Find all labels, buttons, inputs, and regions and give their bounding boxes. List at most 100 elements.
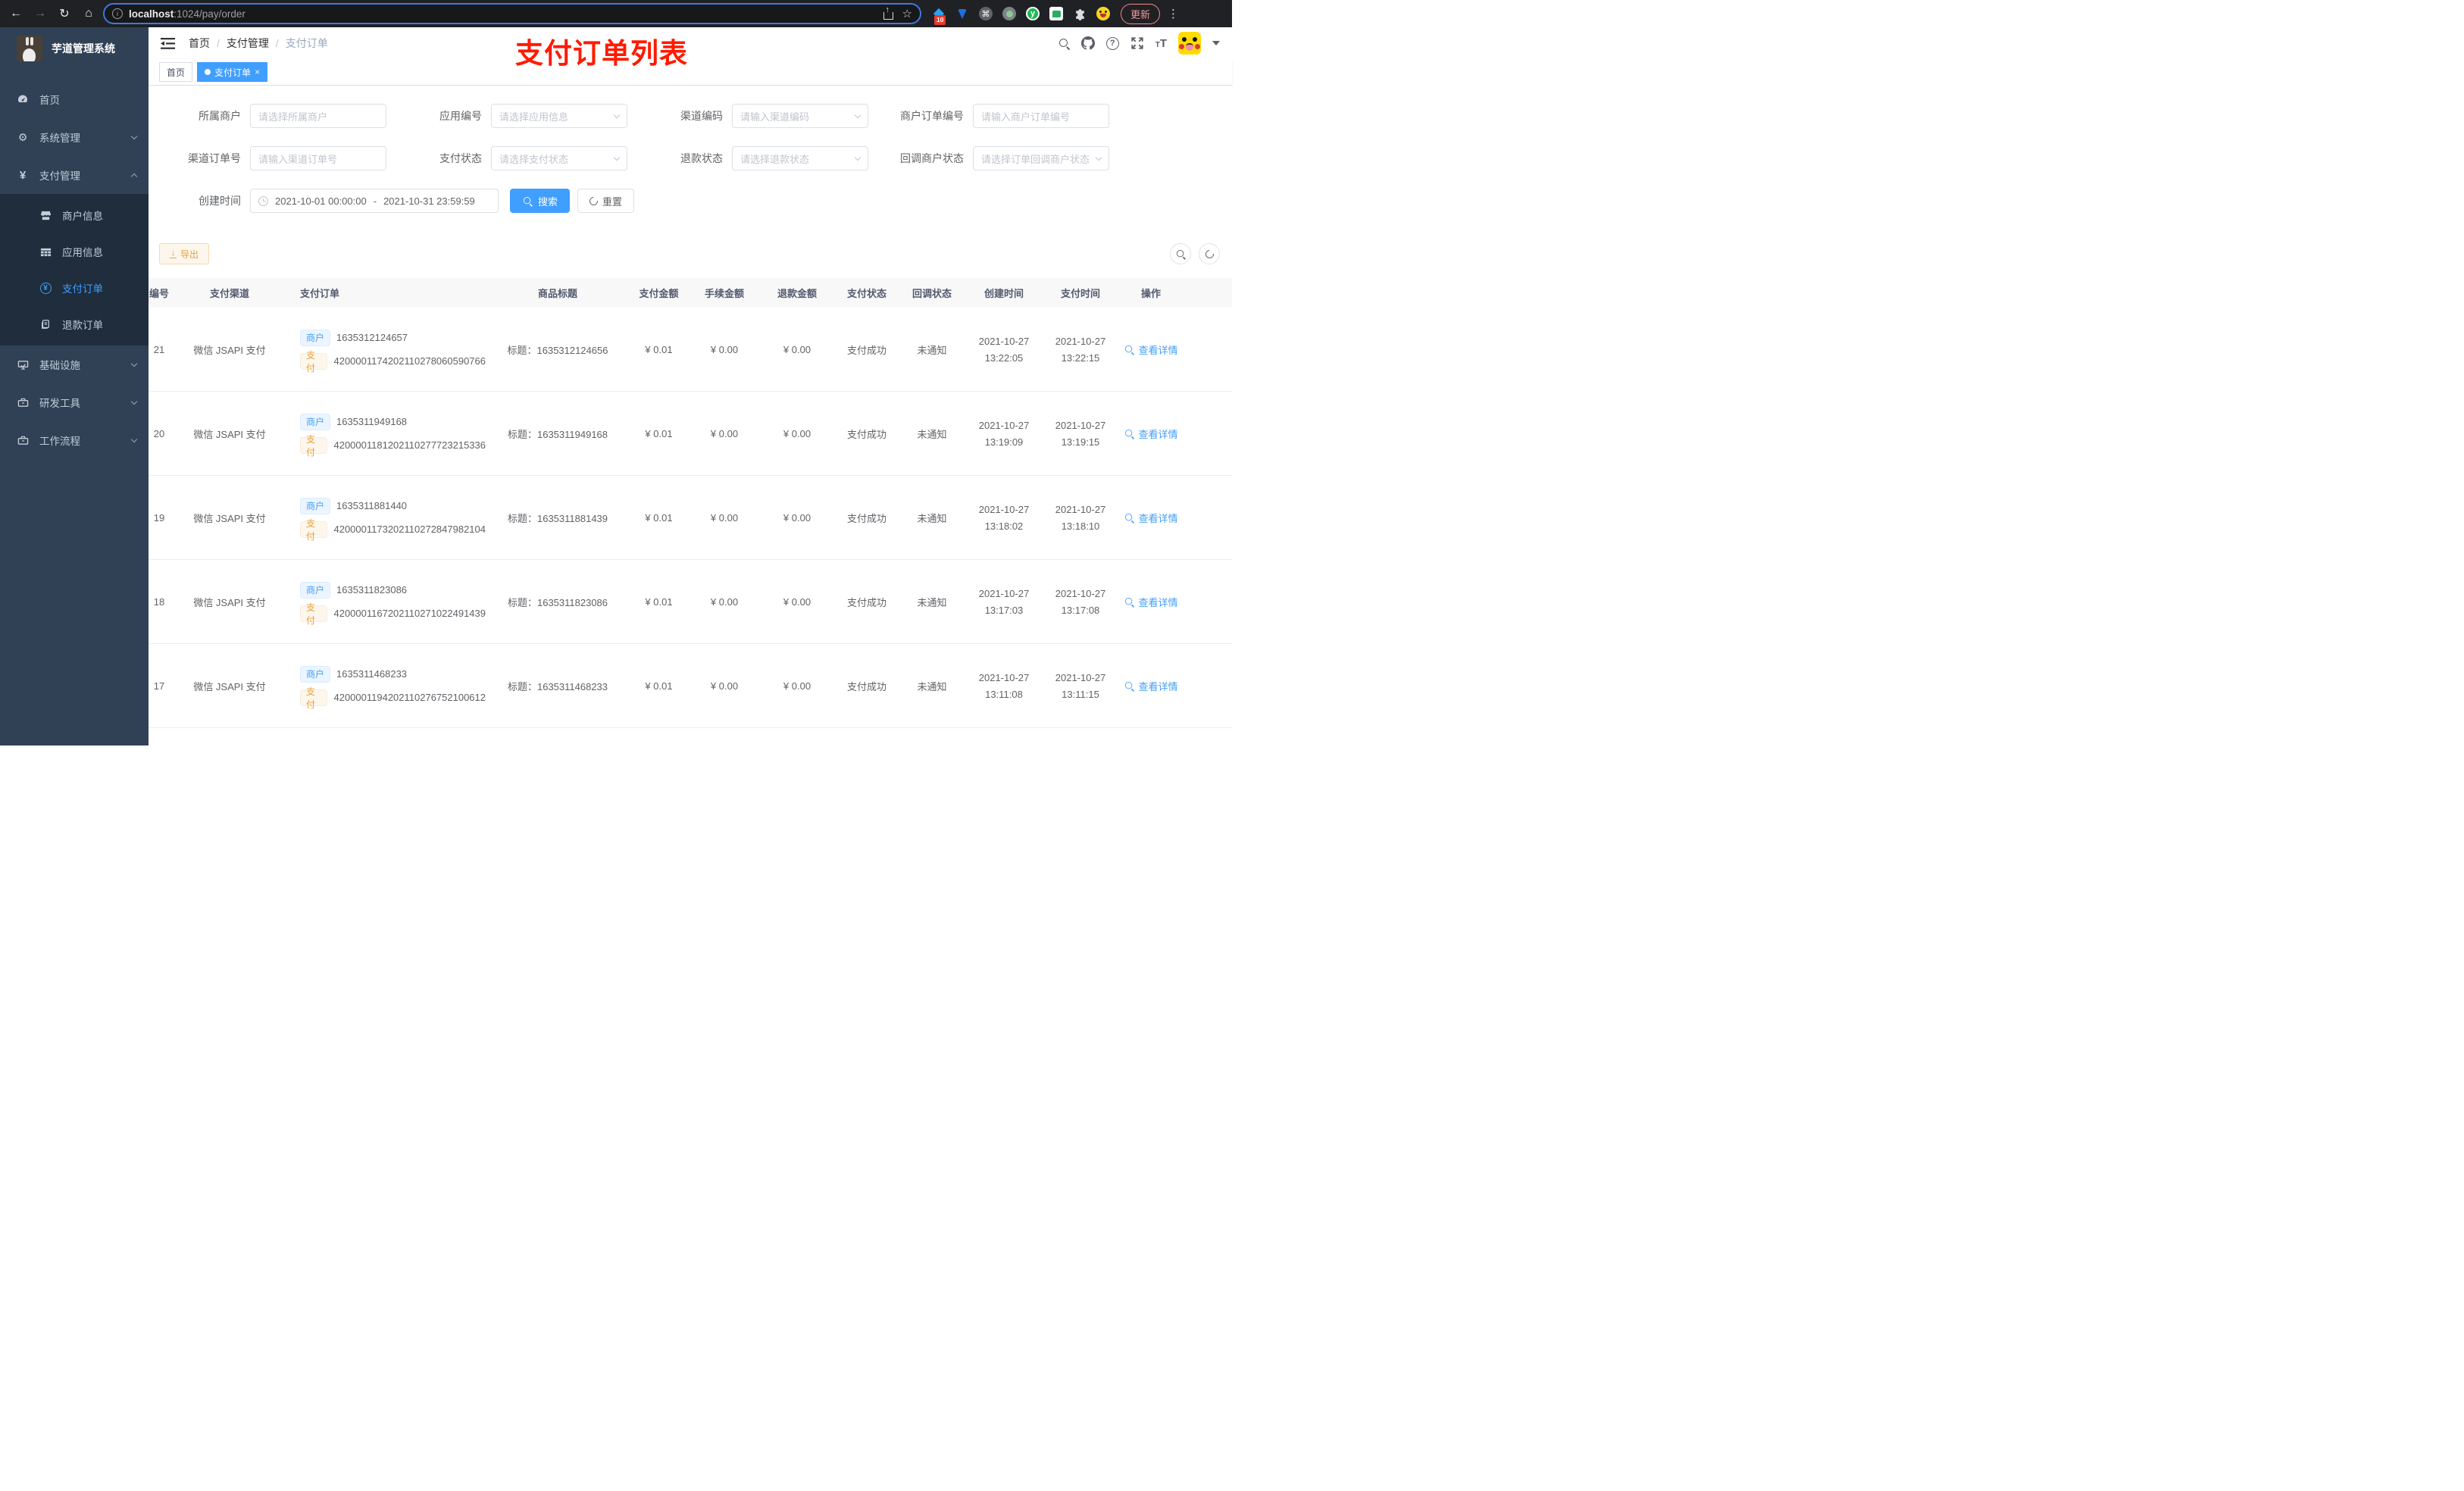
app-no-select[interactable]: 请选择应用信息 [491,104,627,128]
breadcrumb-separator: / [275,37,279,49]
column-header-id: 编号 [149,288,169,299]
sidebar-item-app-info[interactable]: 应用信息 [0,233,149,270]
cell-channel: 微信 JSAPI 支付 [193,596,266,608]
cell-created-time: 2021-10-27 13:19:09 [978,419,1030,448]
search-icon [1176,249,1186,259]
orders-table: 编号 支付渠道 支付订单 商品标题 支付金额 手续金额 退款金额 支付状态 回调… [149,278,1232,746]
tab-home[interactable]: 首页 [159,62,193,82]
browser-home-button[interactable]: ⌂ [79,4,98,23]
avatar-dropdown-caret-icon[interactable] [1212,41,1220,45]
column-header-pay-order: 支付订单 [300,288,340,299]
pay-no-value: 4200001173202110272847982104 [333,524,486,535]
bookmark-star-icon[interactable]: ☆ [902,7,912,20]
chevron-down-icon [130,436,138,442]
view-detail-link[interactable]: 查看详情 [1124,427,1178,441]
toggle-search-button[interactable] [1170,243,1191,264]
extension-chat-icon[interactable] [1049,7,1063,20]
document-icon [39,319,52,330]
browser-reload-button[interactable]: ↻ [55,4,74,23]
merchant-no-tag: 商户 [300,413,331,430]
cell-created-time [964,728,1044,746]
view-detail-link[interactable]: 查看详情 [1124,342,1178,357]
cell-title: 标题：1635311881439 [507,512,608,524]
github-icon[interactable] [1080,36,1095,50]
share-icon[interactable] [883,5,893,20]
column-header-amount: 支付金额 [639,288,679,299]
help-icon[interactable]: ? [1105,36,1119,50]
search-button[interactable]: 搜索 [510,189,571,213]
table-body: 21 微信 JSAPI 支付 商户 1635312124657 支付 42000… [149,308,1232,746]
browser-menu-icon[interactable]: ⋮ [1168,7,1179,20]
export-button[interactable]: ↓ 导出 [159,243,210,264]
extension-y-icon[interactable]: y [1026,7,1040,20]
font-size-icon[interactable]: TT [1155,37,1167,50]
cell-action: 查看详情 [1117,728,1185,746]
extensions-puzzle-icon[interactable] [1073,7,1087,20]
browser-update-button[interactable]: 更新 [1121,3,1161,24]
gear-icon: ⚙ [17,130,28,143]
cell-fee: ¥ 0.00 [710,511,739,524]
close-icon[interactable]: × [255,67,260,77]
view-detail-link[interactable]: 查看详情 [1124,511,1178,525]
tab-pay-order[interactable]: 支付订单 × [197,62,268,82]
profile-avatar-icon[interactable] [1096,7,1110,20]
refresh-table-button[interactable] [1199,243,1220,264]
cell-paid-time: 2021-10-27 13:19:15 [1055,419,1106,448]
extension-diamond-icon[interactable]: 10 [932,7,946,25]
refund-status-select[interactable]: 请选择退款状态 [732,146,868,170]
cell-refund: ¥ 0.00 [783,511,811,524]
sidebar-item-workflow[interactable]: 工作流程 [0,421,149,459]
column-header-fee: 手续金额 [704,288,744,299]
logo-rabbit-image [17,36,42,61]
sidebar-item-home[interactable]: 首页 [0,80,149,118]
cell-refund [761,728,833,746]
search-icon[interactable] [1058,38,1070,49]
cell-id: 19 [153,511,165,524]
browser-forward-button[interactable]: → [30,4,50,23]
channel-code-select[interactable]: 请输入渠道编码 [732,104,868,128]
sidebar-item-infrastructure[interactable]: 基础设施 [0,345,149,383]
cell-pay-order: 商户 1635312124657 支付 42000011742021102780… [277,308,486,391]
extension-command-icon[interactable]: ⌘ [979,7,993,20]
sidebar-collapse-icon[interactable] [161,37,175,49]
sidebar-item-payment[interactable]: ¥ 支付管理 [0,156,149,194]
view-detail-link[interactable]: 查看详情 [1124,595,1178,609]
address-bar[interactable]: i localhost:1024/pay/order ☆ [103,3,921,24]
cell-refund: ¥ 0.00 [783,343,811,355]
pay-status-select[interactable]: 请选择支付状态 [491,146,627,170]
search-icon [1125,345,1135,355]
site-info-icon[interactable]: i [112,8,123,19]
merchant-order-no-input[interactable]: 请输入商户订单编号 [973,104,1109,128]
merchant-input[interactable]: 请选择所属商户 [250,104,386,128]
search-icon [523,196,533,206]
sidebar-item-devtools[interactable]: 研发工具 [0,383,149,421]
column-header-title: 商品标题 [537,288,577,299]
cell-pay-order: 商户 1635311949168 支付 42000011812021102777… [277,392,486,475]
fullscreen-icon[interactable] [1130,36,1144,50]
pay-no-tag: 支付 [300,686,328,710]
breadcrumb-home[interactable]: 首页 [189,36,210,51]
app-logo[interactable]: 芋道管理系统 [0,27,149,70]
browser-back-button[interactable]: ← [6,4,26,23]
cell-notify-status: 未通知 [917,512,947,524]
pay-no-value: 4200001167202110271022491439 [333,608,486,619]
extension-kite-icon[interactable] [955,7,969,20]
reset-button[interactable]: 重置 [577,189,635,213]
channel-order-no-input[interactable]: 请输入渠道订单号 [250,146,386,170]
extension-badge: 10 [934,15,946,25]
breadcrumb-section[interactable]: 支付管理 [227,36,269,51]
extension-record-icon[interactable] [1002,7,1016,20]
sidebar-item-merchant-info[interactable]: 商户信息 [0,197,149,233]
user-avatar[interactable] [1178,32,1201,55]
active-dot-icon [205,69,211,75]
column-header-notify-status: 回调状态 [911,288,952,299]
field-create-time: 创建时间 2021-10-01 00:00:00 - 2021-10-31 23… [159,189,635,213]
sidebar-item-system[interactable]: ⚙ 系统管理 [0,118,149,156]
view-detail-link[interactable]: 查看详情 [1124,679,1178,693]
sidebar-item-refund-order[interactable]: 退款订单 [0,306,149,342]
sidebar-item-pay-order[interactable]: ¥ 支付订单 [0,270,149,306]
notify-status-select[interactable]: 请选择订单回调商户状态 [973,146,1109,170]
pay-no-tag: 支付 [300,434,328,458]
date-range-input[interactable]: 2021-10-01 00:00:00 - 2021-10-31 23:59:5… [250,189,499,213]
cell-action: 查看详情 [1117,308,1185,391]
